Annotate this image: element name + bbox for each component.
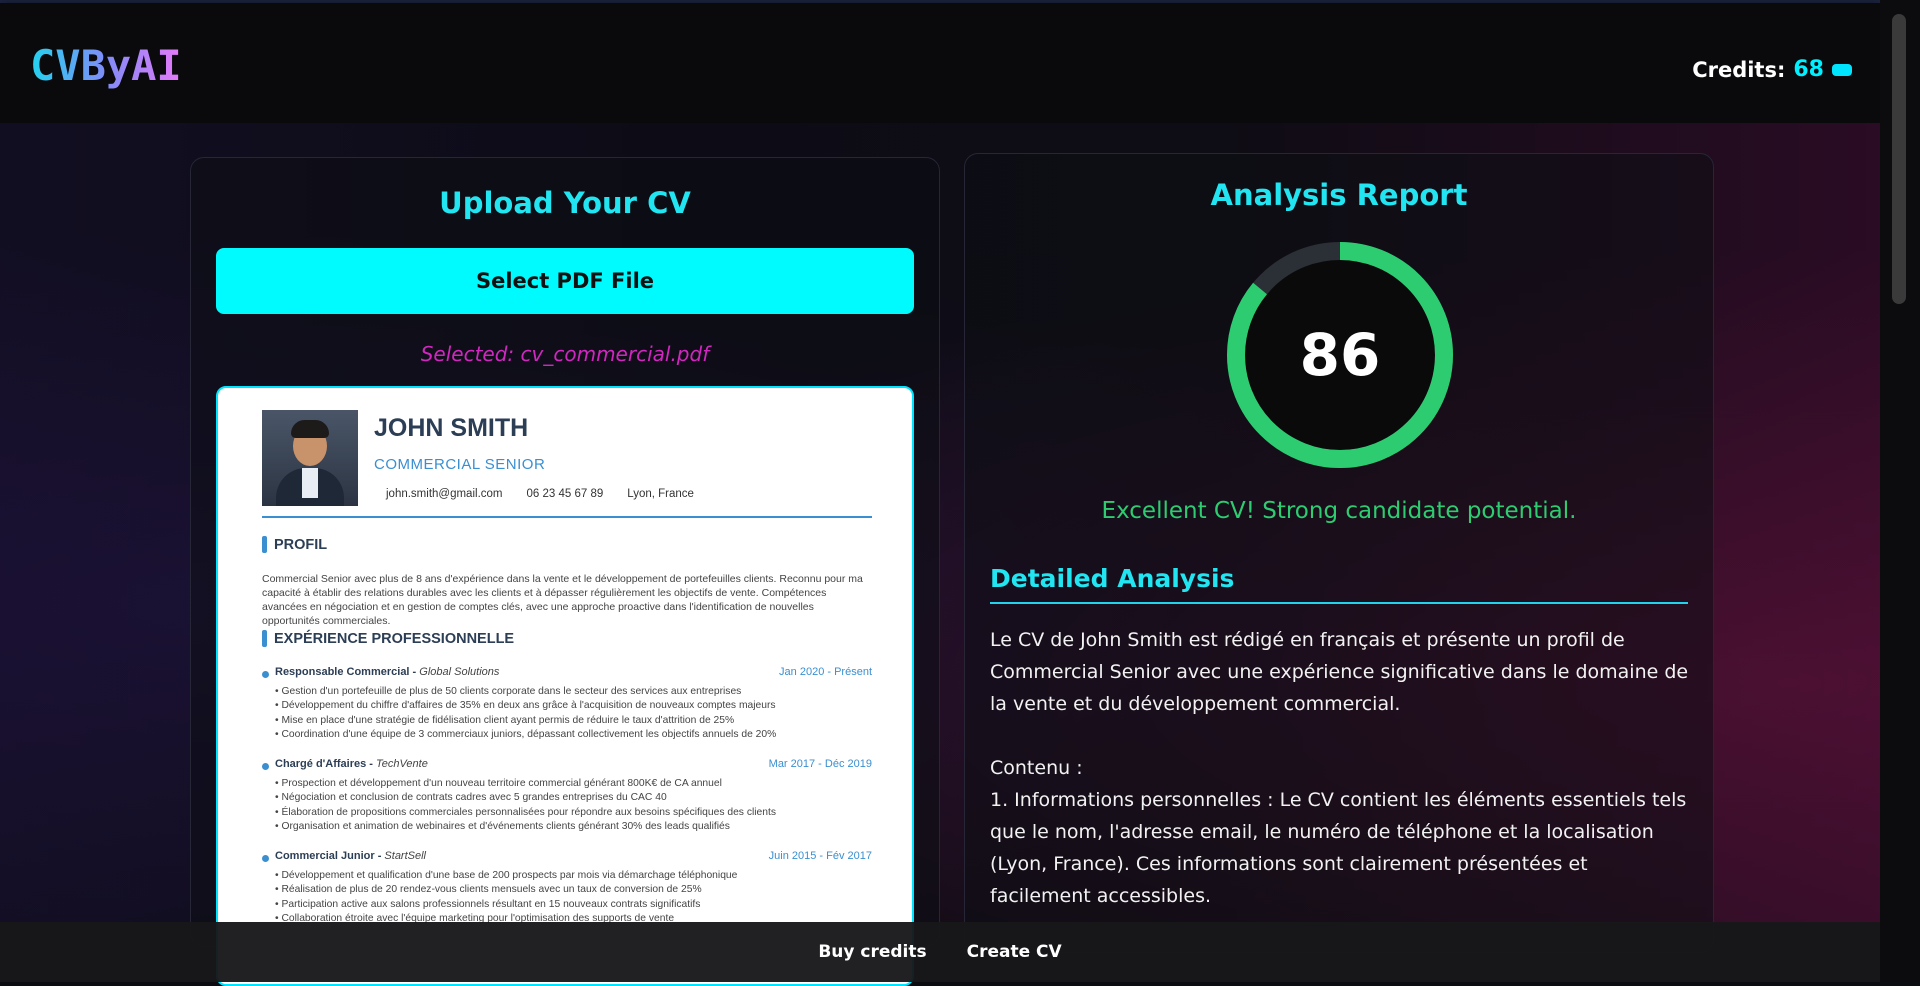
cv-job-title: Responsable Commercial xyxy=(275,666,410,678)
select-pdf-button[interactable]: Select PDF File xyxy=(216,248,914,314)
report-title: Analysis Report xyxy=(1210,178,1468,212)
cv-profile-text: Commercial Senior avec plus de 8 ans d'e… xyxy=(262,573,863,627)
analysis-contenu-label: Contenu : xyxy=(990,757,1083,779)
report-panel: Analysis Report 86 Excellent CV! Strong … xyxy=(964,153,1714,953)
score-value: 86 xyxy=(1299,321,1381,389)
coin-icon xyxy=(1832,63,1852,76)
analysis-text: Le CV de John Smith est rédigé en frança… xyxy=(990,624,1690,912)
cv-job: Chargé d'Affaires - TechVente Mar 2017 -… xyxy=(262,758,872,834)
cv-bullet: Mise en place d'une stratégie de fidélis… xyxy=(275,714,872,728)
cv-bullet: Prospection et développement d'un nouvea… xyxy=(275,777,872,791)
cv-bullet: Organisation et animation de webinaires … xyxy=(275,820,872,834)
cv-section-experience: EXPÉRIENCE PROFESSIONNELLE xyxy=(262,630,514,647)
app-header: CVByAI Credits: 68 xyxy=(0,3,1880,123)
cv-job: Commercial Junior - StartSell Juin 2015 … xyxy=(262,850,872,926)
cv-section-profile: PROFIL xyxy=(262,536,327,553)
cv-name: JOHN SMITH xyxy=(374,414,529,442)
cv-bullet: Élaboration de propositions commerciales… xyxy=(275,806,872,820)
cv-job: Responsable Commercial - Global Solution… xyxy=(262,666,872,742)
detailed-analysis-divider xyxy=(990,602,1688,604)
score-verdict: Excellent CV! Strong candidate potential… xyxy=(1101,498,1577,524)
cv-email: john.smith@gmail.com xyxy=(386,488,503,500)
cv-section-experience-label: EXPÉRIENCE PROFESSIONNELLE xyxy=(274,630,515,647)
cv-job-bullets: Prospection et développement d'un nouvea… xyxy=(275,777,872,834)
analysis-paragraph: 1. Informations personnelles : Le CV con… xyxy=(990,789,1687,907)
cv-preview[interactable]: JOHN SMITH COMMERCIAL SENIOR john.smith@… xyxy=(216,386,914,986)
cv-job-dates: Juin 2015 - Fév 2017 xyxy=(768,850,872,862)
create-cv-link[interactable]: Create CV xyxy=(967,942,1062,962)
cv-phone: 06 23 45 67 89 xyxy=(526,488,604,500)
scrollbar-thumb[interactable] xyxy=(1892,14,1906,304)
cv-job-bullets: Gestion d'un portefeuille de plus de 50 … xyxy=(275,685,872,742)
cv-bullet: Participation active aux salons professi… xyxy=(275,898,872,912)
buy-credits-link[interactable]: Buy credits xyxy=(818,942,926,962)
analysis-paragraph: Le CV de John Smith est rédigé en frança… xyxy=(990,629,1689,715)
cv-job-company: StartSell xyxy=(384,850,426,862)
cv-location: Lyon, France xyxy=(627,488,694,500)
cv-role: COMMERCIAL SENIOR xyxy=(374,456,546,473)
cv-bullet: Développement et qualification d'une bas… xyxy=(275,869,872,883)
cv-job-dates: Mar 2017 - Déc 2019 xyxy=(768,758,872,770)
upload-panel: Upload Your CV Select PDF File Selected:… xyxy=(190,157,940,986)
cv-section-profile-label: PROFIL xyxy=(274,536,328,553)
detailed-analysis-title: Detailed Analysis xyxy=(990,564,1235,593)
cv-contact: john.smith@gmail.com 06 23 45 67 89 Lyon… xyxy=(386,488,694,500)
upload-title: Upload Your CV xyxy=(439,186,691,220)
cv-bullet: Développement du chiffre d'affaires de 3… xyxy=(275,699,872,713)
cv-divider xyxy=(262,516,872,518)
credits-value: 68 xyxy=(1793,57,1824,82)
cv-photo xyxy=(262,410,358,506)
cv-bullet: Réalisation de plus de 20 rendez-vous cl… xyxy=(275,883,872,897)
cv-bullet: Coordination d'une équipe de 3 commercia… xyxy=(275,728,872,742)
cv-job-company: TechVente xyxy=(376,758,428,770)
cv-job-title: Commercial Junior xyxy=(275,850,375,862)
cv-job-title: Chargé d'Affaires xyxy=(275,758,367,770)
credits-label: Credits: xyxy=(1692,57,1786,82)
cv-bullet: Négociation et conclusion de contrats ca… xyxy=(275,791,872,805)
selected-file-label: Selected: cv_commercial.pdf xyxy=(420,342,710,366)
cv-job-company: Global Solutions xyxy=(419,666,500,678)
cv-job-bullets: Développement et qualification d'une bas… xyxy=(275,869,872,926)
bottom-nav: Buy credits Create CV xyxy=(0,922,1880,982)
cv-bullet: Gestion d'un portefeuille de plus de 50 … xyxy=(275,685,872,699)
app-logo[interactable]: CVByAI xyxy=(30,41,182,90)
cv-job-dates: Jan 2020 - Présent xyxy=(779,666,872,678)
credits-display: Credits: 68 xyxy=(1692,57,1852,82)
page-scrollbar[interactable] xyxy=(1880,0,1920,982)
main-content: Upload Your CV Select PDF File Selected:… xyxy=(0,123,1880,986)
